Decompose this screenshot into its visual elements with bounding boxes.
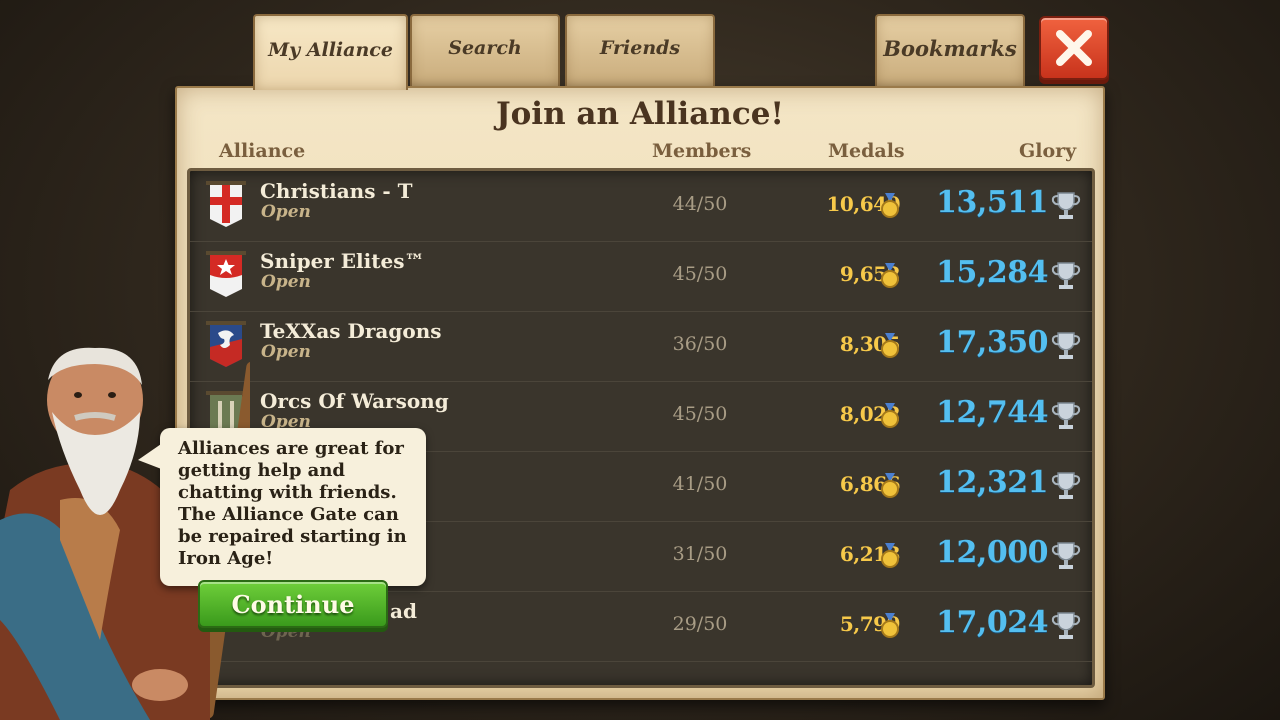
alliance-banner-icon — [206, 251, 246, 297]
alliance-glory: 17,350 — [936, 325, 1048, 360]
alliance-members: 45/50 — [672, 403, 728, 425]
alliance-row[interactable]: Christians - T Open 44/50 10,640 13,511 — [190, 171, 1092, 242]
close-icon — [1056, 30, 1092, 66]
advisor-message: Alliances are great for getting help and… — [178, 438, 407, 569]
alliance-members: 41/50 — [672, 473, 728, 495]
alliance-glory: 12,744 — [936, 395, 1048, 430]
medal-icon — [881, 333, 899, 358]
alliance-glory: 13,511 — [936, 185, 1048, 220]
trophy-icon — [1051, 472, 1081, 499]
panel-title: Join an Alliance! — [495, 96, 785, 132]
alliance-members: 29/50 — [672, 613, 728, 635]
alliance-members: 31/50 — [672, 543, 728, 565]
medal-icon — [881, 403, 899, 428]
tab-search[interactable]: Search — [410, 14, 560, 86]
medal-icon — [881, 543, 899, 568]
alliance-status: Open — [261, 272, 311, 292]
medal-icon — [881, 613, 899, 638]
alliance-name: Orcs Of Warsong — [260, 389, 449, 413]
alliance-banner-icon — [206, 181, 246, 227]
tab-friends[interactable]: Friends — [565, 14, 715, 86]
alliance-glory: 15,284 — [936, 255, 1048, 290]
column-header-medals: Medals — [828, 140, 905, 162]
alliance-glory: 12,000 — [936, 535, 1048, 570]
trophy-icon — [1051, 612, 1081, 639]
alliance-name: Christians - T — [260, 179, 413, 203]
tab-my-alliance[interactable]: My Alliance — [253, 14, 408, 90]
trophy-icon — [1051, 192, 1081, 219]
trophy-icon — [1051, 332, 1081, 359]
alliance-status: Open — [261, 342, 311, 362]
continue-button[interactable]: Continue — [198, 580, 388, 628]
alliance-row[interactable]: Sniper Elites™ Open 45/50 9,652 15,284 — [190, 241, 1092, 312]
medal-icon — [881, 193, 899, 218]
column-header-members: Members — [652, 140, 752, 162]
column-header-alliance: Alliance — [219, 140, 306, 162]
trophy-icon — [1051, 402, 1081, 429]
medal-icon — [881, 263, 899, 288]
column-header-glory: Glory — [1019, 140, 1077, 162]
close-button[interactable] — [1039, 16, 1109, 80]
alliance-name: Sniper Elites™ — [260, 249, 425, 273]
alliance-glory: 12,321 — [936, 465, 1048, 500]
bubble-pointer — [138, 442, 164, 470]
trophy-icon — [1051, 262, 1081, 289]
alliance-members: 44/50 — [672, 193, 728, 215]
trophy-icon — [1051, 542, 1081, 569]
advisor-speech-bubble: Alliances are great for getting help and… — [138, 428, 426, 586]
medal-icon — [881, 473, 899, 498]
alliance-members: 36/50 — [672, 333, 728, 355]
alliance-glory: 17,024 — [936, 605, 1048, 640]
alliance-members: 45/50 — [672, 263, 728, 285]
alliance-name: ad — [390, 599, 417, 623]
alliance-name: TeXXas Dragons — [260, 319, 442, 343]
tab-bookmarks[interactable]: Bookmarks — [875, 14, 1025, 86]
alliance-status: Open — [261, 202, 311, 222]
alliance-row[interactable]: TeXXas Dragons Open 36/50 8,305 17,350 — [190, 311, 1092, 382]
